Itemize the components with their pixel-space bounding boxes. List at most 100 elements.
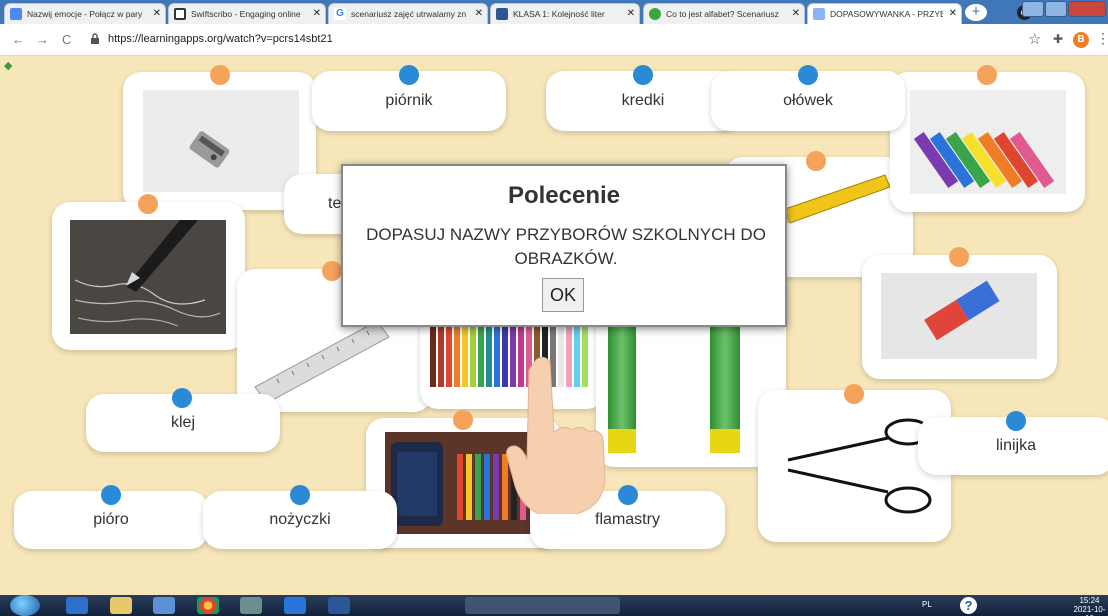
eraser-icon (924, 280, 1000, 341)
connector-dot[interactable] (399, 65, 419, 85)
close-tab-icon[interactable]: ✕ (475, 8, 483, 19)
close-window-button[interactable] (1068, 1, 1106, 17)
connector-dot[interactable] (798, 65, 818, 85)
word-label: ołówek (783, 92, 833, 109)
close-tab-icon[interactable]: ✕ (627, 8, 635, 19)
word-label: klej (170, 414, 195, 431)
close-tab-icon[interactable]: ✕ (153, 8, 161, 19)
tab-favicon-icon (496, 8, 508, 20)
tab-label: Co to jest alfabet? Scenariusz (666, 9, 779, 19)
connector-dot[interactable] (322, 261, 342, 281)
case-pencil-stroke (493, 454, 499, 520)
connector-dot[interactable] (806, 151, 826, 171)
image-card-eraser[interactable] (862, 247, 1057, 379)
dialog-text: DOPASUJ NAZWY PRZYBORÓW SZKOLNYCH DO OBR… (366, 225, 766, 268)
word-icon[interactable] (328, 597, 350, 614)
system-clock[interactable]: 15:24 2021-10-10 (1071, 596, 1108, 616)
browser-tab[interactable]: KLASA 1: Kolejność liter ✕ (490, 3, 640, 24)
connector-dot[interactable] (618, 485, 638, 505)
eraser-image (881, 273, 1037, 359)
tab-label: KLASA 1: Kolejność liter (513, 9, 605, 19)
window-controls (1022, 1, 1106, 19)
glue-cap-image (710, 429, 740, 453)
tab-label: Nazwij emocje - Połącz w pary (27, 9, 143, 19)
connector-dot[interactable] (210, 65, 230, 85)
back-icon[interactable]: ← (12, 32, 25, 47)
avatar[interactable]: B (1073, 32, 1089, 48)
connector-dot[interactable] (138, 194, 158, 214)
clock-date: 2021-10-10 (1073, 605, 1106, 616)
forward-icon[interactable]: → (36, 32, 49, 47)
case-pencil-stroke (466, 454, 472, 520)
connector-dot[interactable] (101, 485, 121, 505)
new-tab-button[interactable]: + (965, 4, 987, 21)
url-field[interactable]: https://learningapps.org/watch?v=pcrs14s… (108, 33, 333, 45)
pencil-stroke (454, 327, 460, 387)
close-tab-icon[interactable]: ✕ (949, 8, 957, 19)
help-icon[interactable]: ◆ (4, 59, 12, 72)
connector-dot[interactable] (453, 410, 473, 430)
connector-dot[interactable] (633, 65, 653, 85)
pencil-stroke (494, 327, 500, 387)
connector-dot[interactable] (1006, 411, 1026, 431)
browser-tab[interactable]: Co to jest alfabet? Scenariusz ✕ (643, 3, 805, 24)
file-explorer-icon[interactable] (110, 597, 132, 614)
word-label: nożyczki (269, 511, 331, 528)
image-card-markers[interactable] (890, 65, 1085, 212)
word-label: piórnik (385, 92, 433, 109)
word-card-pioro[interactable]: pióro (14, 485, 208, 549)
fountain-pen-image (70, 220, 226, 334)
media-player-icon[interactable] (66, 597, 88, 614)
tab-favicon-icon (649, 8, 661, 20)
word-card-klej[interactable]: klej (86, 388, 280, 452)
ok-button[interactable]: OK (542, 278, 584, 312)
word-label: te (328, 195, 342, 212)
browser-tab[interactable]: Nazwij emocje - Połącz w pary ✕ (4, 3, 166, 24)
case-pencil-stroke (457, 454, 463, 520)
pencil-stroke (462, 327, 468, 387)
connector-dot[interactable] (290, 485, 310, 505)
connector-dot[interactable] (844, 384, 864, 404)
tab-label: Swiftscribo - Engaging online (191, 9, 301, 19)
browser-tab[interactable]: Swiftscribo - Engaging online ✕ (168, 3, 326, 24)
language-indicator[interactable]: PL (922, 600, 932, 609)
connector-dot[interactable] (977, 65, 997, 85)
browser-tab-active[interactable]: DOPASOWYWANKA - PRZYBO ✕ (807, 3, 962, 24)
google-icon: G (334, 8, 346, 20)
extensions-icon[interactable]: ✚ (1053, 32, 1063, 46)
maximize-button[interactable] (1045, 1, 1067, 17)
close-tab-icon[interactable]: ✕ (792, 8, 800, 19)
connector-dot[interactable] (949, 247, 969, 267)
lock-icon (91, 33, 99, 44)
case-pencil-stroke (484, 454, 490, 520)
word-card-linijka[interactable]: linijka (918, 411, 1108, 475)
hp-icon[interactable] (240, 597, 262, 614)
minimize-button[interactable] (1022, 1, 1044, 17)
case-pencil-stroke (475, 454, 481, 520)
pencil-stroke (478, 327, 484, 387)
browser-tab[interactable]: G scenariusz zajęć utrwalamy zn ✕ (328, 3, 488, 24)
word-label: linijka (995, 437, 1036, 454)
word-card-olowek[interactable]: ołówek (711, 65, 905, 131)
sharpener-image (143, 90, 299, 192)
help-tray-icon[interactable]: ? (960, 597, 977, 614)
start-button[interactable] (10, 595, 40, 616)
chrome-icon[interactable] (197, 597, 219, 614)
word-label: kredki (621, 92, 665, 109)
word-card-piornik[interactable]: piórnik (312, 65, 506, 131)
taskbar-window-preview[interactable] (465, 597, 620, 614)
pencil-stroke (446, 327, 452, 387)
tab-favicon-icon (813, 8, 825, 20)
internet-explorer-icon[interactable] (284, 597, 306, 614)
sharpener-icon (189, 131, 230, 168)
pencil-stroke (470, 327, 476, 387)
reload-icon[interactable]: C (62, 32, 71, 47)
image-card-fountain-pen[interactable] (52, 194, 245, 350)
browser-menu-icon[interactable]: ⋮ (1096, 30, 1108, 47)
app-icon[interactable] (153, 597, 175, 614)
bookmark-star-icon[interactable]: ☆ (1028, 30, 1041, 48)
dialog-title: Polecenie (507, 182, 621, 209)
word-card-nozyczki[interactable]: nożyczki (203, 485, 397, 549)
connector-dot[interactable] (172, 388, 192, 408)
close-tab-icon[interactable]: ✕ (313, 8, 321, 19)
